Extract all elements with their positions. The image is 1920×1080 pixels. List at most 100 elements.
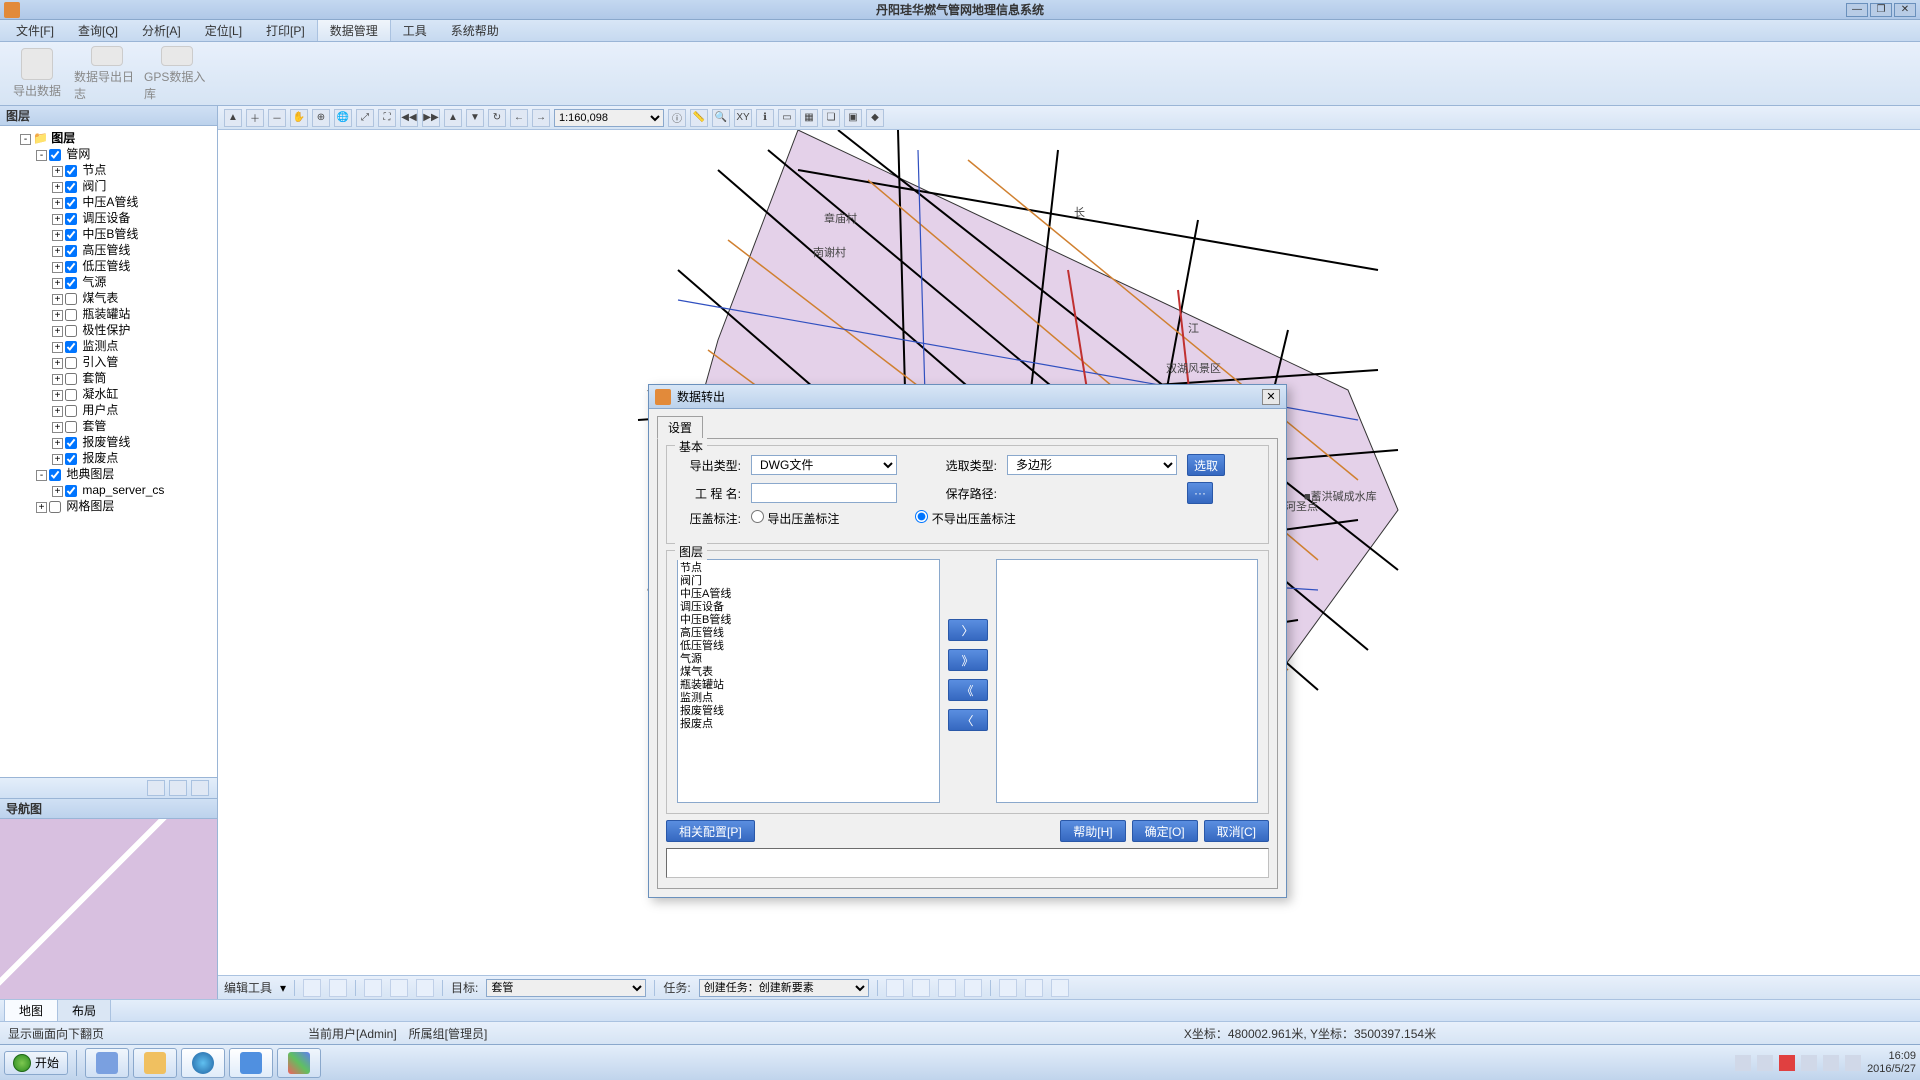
radio-export-cover[interactable] [751,510,764,523]
tree-leaf[interactable]: + 监测点 [52,338,213,354]
tree-checkbox[interactable] [65,421,77,433]
select-task[interactable]: 创建任务：创建新要素 [699,979,869,997]
tool-fullextent-icon[interactable]: ⊕ [312,109,330,127]
tray-flag-icon[interactable] [1779,1055,1795,1071]
tab-map[interactable]: 地图 [4,999,58,1021]
button-move-left[interactable]: 〈 [948,709,988,731]
list-item[interactable]: 煤气表 [680,666,937,679]
tree-leaf[interactable]: + 低压管线 [52,258,213,274]
tree-checkbox[interactable] [49,149,61,161]
list-item[interactable]: 中压A管线 [680,588,937,601]
tree-expand-icon[interactable]: + [52,390,63,401]
tree-expand-icon[interactable]: + [52,358,63,369]
tree-expand-icon[interactable]: + [52,262,63,273]
tool-zoomin-icon[interactable]: ＋ [246,109,264,127]
map-canvas[interactable]: 章庙村 南谢村 长 江 双湖风景区 沪 邵家村 南 湖河圣点 ■蓄洪碱成水库 环… [218,130,1920,975]
taskbar-app-4[interactable] [229,1048,273,1078]
tree-checkbox[interactable] [65,181,77,193]
tree-leaf[interactable]: + 高压管线 [52,242,213,258]
tool-measure-icon[interactable]: 📏 [690,109,708,127]
tree-expand-icon[interactable]: - [36,150,47,161]
select-select-type[interactable]: 多边形 [1007,455,1177,475]
radio-export-cover-label[interactable]: 导出压盖标注 [751,510,839,527]
tree-expand-icon[interactable]: + [52,198,63,209]
button-select-area[interactable]: 选取 [1187,454,1225,476]
list-item[interactable]: 中压B管线 [680,614,937,627]
tree-leaf[interactable]: + 极性保护 [52,322,213,338]
button-related-config[interactable]: 相关配置[P] [666,820,755,842]
tool-more-icon[interactable]: ◆ [866,109,884,127]
tree-checkbox[interactable] [65,389,77,401]
tree-checkbox[interactable] [65,357,77,369]
tree-leaf[interactable]: + 凝水缸 [52,386,213,402]
tree-checkbox[interactable] [65,453,77,465]
layer-tree[interactable]: -📁 图层- 管网+ 节点+ 阀门+ 中压A管线+ 调压设备+ 中压B管线+ 高… [0,126,217,777]
tree-expand-icon[interactable]: + [52,166,63,177]
tree-checkbox[interactable] [49,501,61,513]
tool-zoomout-icon[interactable]: － [268,109,286,127]
tool-select-rect-icon[interactable]: ▭ [778,109,796,127]
start-button[interactable]: 开始 [4,1051,68,1075]
tree-leaf[interactable]: + map_server_cs [52,482,213,498]
ribbon-gps-import[interactable]: GPS数据入库 [144,46,210,102]
tree-leaf[interactable]: + 中压B管线 [52,226,213,242]
menu-help[interactable]: 系统帮助 [439,20,511,41]
edit-gear-icon[interactable] [1051,979,1069,997]
list-item[interactable]: 调压设备 [680,601,937,614]
menu-tools[interactable]: 工具 [391,20,439,41]
tree-checkbox[interactable] [65,325,77,337]
edit-pencil-icon[interactable] [329,979,347,997]
tree-checkbox[interactable] [65,373,77,385]
tool-info-icon[interactable]: ℹ [756,109,774,127]
tray-volume-icon[interactable] [1845,1055,1861,1071]
taskbar-app-5[interactable] [277,1048,321,1078]
taskbar-app-2[interactable] [133,1048,177,1078]
tree-leaf[interactable]: + 引入管 [52,354,213,370]
tree-checkbox[interactable] [49,469,61,481]
button-browse-path[interactable]: ··· [1187,482,1213,504]
tool-xy-icon[interactable]: XY [734,109,752,127]
tree-expand-icon[interactable]: + [52,246,63,257]
list-item[interactable]: 节点 [680,562,937,575]
tree-expand-icon[interactable]: + [52,454,63,465]
select-export-type[interactable]: DWG文件 [751,455,897,475]
tree-expand-icon[interactable]: + [52,486,63,497]
tree-leaf[interactable]: + 套管 [52,418,213,434]
tree-checkbox[interactable] [65,309,77,321]
tool-down-icon[interactable]: ▼ [466,109,484,127]
minimize-button[interactable]: — [1846,3,1868,17]
button-help[interactable]: 帮助[H] [1060,820,1125,842]
edit-line-icon[interactable] [938,979,956,997]
tool-pointer-icon[interactable]: ▲ [224,109,242,127]
list-item[interactable]: 瓶装罐站 [680,679,937,692]
tool-fit-icon[interactable]: ⤢ [356,109,374,127]
list-item[interactable]: 监测点 [680,692,937,705]
tree-expand-icon[interactable]: - [36,470,47,481]
tray-network-icon[interactable] [1823,1055,1839,1071]
tree-expand-icon[interactable]: + [52,294,63,305]
tree-expand-icon[interactable]: + [52,438,63,449]
tree-checkbox[interactable] [65,213,77,225]
tree-expand-icon[interactable]: + [52,230,63,241]
tool-prevview-icon[interactable]: ◀◀ [400,109,418,127]
tree-checkbox[interactable] [65,229,77,241]
pager-end-icon[interactable] [191,780,209,796]
list-item[interactable]: 气源 [680,653,937,666]
list-item[interactable]: 低压管线 [680,640,937,653]
button-ok[interactable]: 确定[O] [1132,820,1198,842]
edit-prop-icon[interactable] [999,979,1017,997]
tree-checkbox[interactable] [65,341,77,353]
list-item[interactable]: 报废点 [680,718,937,731]
tree-checkbox[interactable] [65,293,77,305]
edit-cut-icon[interactable] [364,979,382,997]
dialog-titlebar[interactable]: 数据转出 ✕ [649,385,1286,409]
taskbar-app-1[interactable] [85,1048,129,1078]
taskbar-app-3[interactable] [181,1048,225,1078]
tool-nextview-icon[interactable]: ▶▶ [422,109,440,127]
edit-attr-icon[interactable] [1025,979,1043,997]
input-project-name[interactable] [751,483,897,503]
tree-leaf[interactable]: + 煤气表 [52,290,213,306]
tree-expand-icon[interactable]: + [52,278,63,289]
edit-circle-icon[interactable] [912,979,930,997]
tree-expand-icon[interactable]: + [52,182,63,193]
